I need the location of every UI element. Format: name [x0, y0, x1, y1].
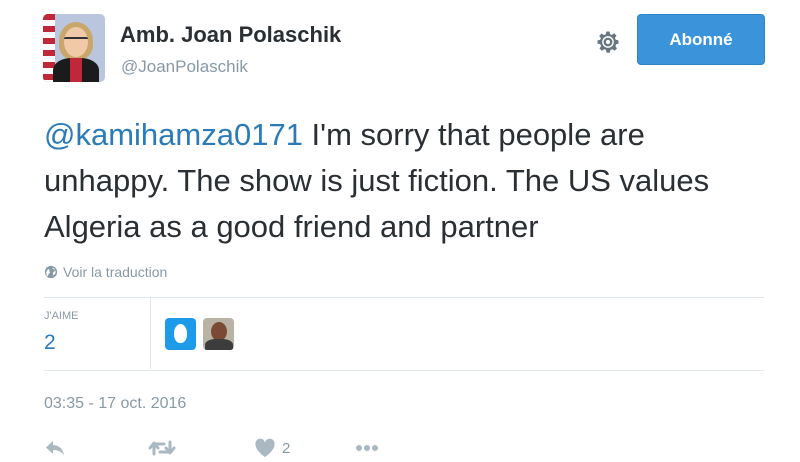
author-name[interactable]: Amb. Joan Polaschik [120, 22, 341, 48]
liker-shoulders [205, 339, 233, 350]
divider-top [44, 297, 764, 298]
mention-link[interactable]: @kamihamza0171 [44, 117, 303, 152]
globe-icon [44, 265, 58, 279]
translate-link[interactable]: Voir la traduction [44, 264, 167, 280]
divider-bottom [44, 370, 764, 371]
liker-avatar-photo[interactable] [203, 318, 234, 350]
avatar-scarf [70, 58, 82, 82]
likes-stat[interactable]: J'AIME 2 [44, 298, 151, 369]
heart-icon [255, 438, 275, 457]
translate-label: Voir la traduction [63, 264, 168, 280]
egg-icon [174, 324, 187, 343]
avatar-glasses [64, 37, 88, 44]
retweet-icon [148, 440, 176, 456]
likes-label: J'AIME [44, 310, 79, 322]
like-button[interactable]: 2 [254, 438, 290, 458]
tweet-timestamp[interactable]: 03:35 - 17 oct. 2016 [44, 395, 186, 413]
likes-count: 2 [44, 331, 56, 354]
like-count: 2 [282, 439, 291, 457]
author-avatar[interactable] [43, 14, 105, 82]
more-icon [356, 445, 378, 451]
reply-button[interactable] [44, 438, 66, 458]
following-button[interactable]: Abonné [637, 14, 765, 65]
author-handle[interactable]: @JoanPolaschik [121, 57, 248, 77]
reply-icon [46, 441, 64, 455]
retweet-button[interactable] [148, 438, 176, 458]
tweet-text: @kamihamza0171 I'm sorry that people are… [44, 112, 744, 250]
gear-icon[interactable] [594, 28, 622, 56]
more-button[interactable] [354, 438, 380, 458]
liker-avatar-default[interactable] [165, 318, 196, 350]
